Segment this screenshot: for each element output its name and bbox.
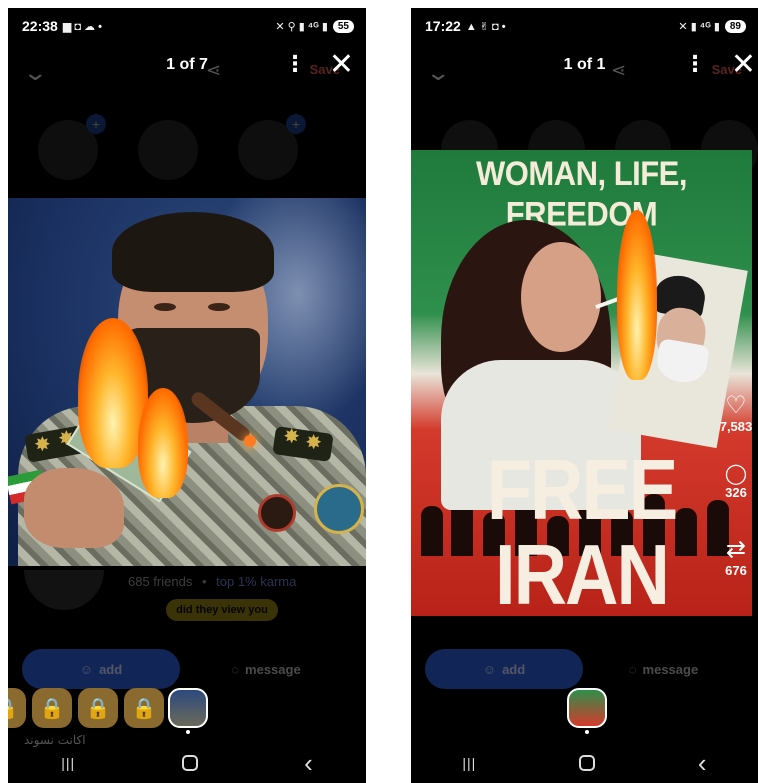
status-signal-icons: ✕ ▮ ⁴ᴳ ▮ (678, 20, 720, 33)
repost-icon: ⇄ (725, 536, 747, 563)
battery-icon: 89 (724, 19, 746, 33)
message-icon: ◌ (231, 661, 240, 677)
plus-icon: + (286, 114, 306, 134)
status-time: 22:38 (22, 18, 58, 34)
close-icon[interactable]: ✕ (731, 50, 756, 80)
system-nav-bar: ||| ‹ (411, 743, 758, 783)
rank-star-icon: ✸ (305, 432, 322, 454)
page-indicator-dot (585, 730, 589, 734)
thumbnail-strip (411, 688, 758, 734)
poster-slogan: FREE IRAN (486, 442, 678, 616)
battery-icon: 55 (332, 19, 354, 33)
message-button: ◌ message (628, 661, 699, 677)
thumbnail-locked[interactable]: 🔒 (124, 688, 164, 728)
person-plus-icon: ☺ (79, 661, 94, 677)
thumbnail-active[interactable] (567, 688, 607, 728)
person-plus-icon: ☺ (482, 661, 497, 677)
add-button: ☺ add (425, 649, 583, 689)
rank-star-icon: ✸ (34, 434, 51, 456)
like-count: 7,583 (719, 419, 753, 434)
image-counter: 1 of 7 (166, 56, 208, 73)
hair (112, 212, 274, 292)
repost-count: 676 (725, 563, 747, 578)
eye (208, 303, 230, 311)
comment-count: 326 (725, 485, 747, 500)
lock-icon: 🔒 (85, 697, 111, 720)
thumbnail-locked[interactable]: 🔒 (78, 688, 118, 728)
status-bar: 17:22 ▲ ✌ ◘ • ✕ ▮ ⁴ᴳ ▮ 89 (411, 8, 758, 44)
view-pill: did they view you (166, 599, 278, 621)
lock-icon: 🔒 (8, 696, 18, 721)
home-icon[interactable] (181, 755, 198, 771)
heart-icon: ♡ (725, 392, 747, 419)
thumbnail-active[interactable] (168, 688, 208, 728)
viewer-image[interactable]: WOMAN, LIFE, FREEDOM FREE IRAN (411, 150, 752, 616)
more-options-icon[interactable]: ⋮ (284, 53, 306, 75)
back-icon[interactable]: ‹ (304, 748, 313, 779)
recents-icon[interactable]: ||| (462, 755, 476, 771)
thumbnail-locked[interactable]: 🔒 (8, 688, 26, 728)
more-options-icon[interactable]: ⋮ (684, 53, 706, 75)
plus-icon: + (86, 114, 106, 134)
viewer-header: ⌄ ⋖ Save 1 of 1 ⋮ ✕ (411, 50, 758, 86)
cigar-ember (244, 435, 256, 447)
like-action[interactable]: ♡ 7,583 (716, 392, 756, 435)
add-button: ☺ add (22, 649, 180, 689)
phone-screen-right: 17:22 ▲ ✌ ◘ • ✕ ▮ ⁴ᴳ ▮ 89 ⌄ ⋖ Save 1 of … (411, 8, 758, 783)
badge-patch (314, 484, 364, 534)
home-icon[interactable] (579, 755, 596, 771)
poster-title: WOMAN, LIFE, FREEDOM (476, 153, 687, 234)
badge-patch (258, 494, 296, 532)
viewer-header: ⌄ ⋖ Save 1 of 7 ⋮ ✕ (8, 50, 366, 86)
background-avatars: + + (38, 114, 336, 200)
recents-icon[interactable]: ||| (61, 755, 75, 771)
status-time: 17:22 (425, 18, 461, 34)
close-icon[interactable]: ✕ (329, 50, 354, 80)
avatar (138, 120, 198, 180)
message-icon: ◌ (628, 661, 637, 677)
avatar: + (238, 114, 306, 180)
message-button: ◌ message (231, 661, 301, 677)
thumbnail-locked[interactable]: 🔒 (32, 688, 72, 728)
rank-star-icon: ✸ (283, 426, 300, 448)
status-bar: 22:38 ▆ ◘ ☁ • ✕ ⚲ ▮ ⁴ᴳ ▮ 55 (8, 8, 366, 44)
system-nav-bar: ||| ‹ (8, 743, 366, 783)
status-notification-icons: ▲ ✌ ◘ • (465, 20, 506, 33)
flame (617, 210, 657, 380)
phone-screen-left: 22:38 ▆ ◘ ☁ • ✕ ⚲ ▮ ⁴ᴳ ▮ 55 ⌄ ⋖ Save 1 o… (8, 8, 366, 783)
status-signal-icons: ✕ ⚲ ▮ ⁴ᴳ ▮ (275, 20, 328, 33)
profile-actions: ☺ add ◌ message (22, 649, 352, 689)
thumbnail-strip: 🔒 🔒 🔒 🔒 (8, 688, 366, 734)
comment-icon: ◯ (724, 463, 748, 485)
friends-count: 685 friends • top 1% karma (128, 574, 297, 589)
eye (154, 303, 176, 311)
status-notification-icons: ▆ ◘ ☁ • (62, 20, 102, 33)
hand (24, 468, 124, 548)
flame (138, 388, 188, 498)
avatar (24, 570, 104, 610)
page-indicator-dot (186, 730, 190, 734)
repost-action[interactable]: ⇄ 676 (716, 536, 756, 579)
lock-icon: 🔒 (131, 697, 157, 720)
woman-face (521, 242, 601, 352)
back-icon[interactable]: ‹ (698, 748, 707, 779)
comment-action[interactable]: ◯ 326 (716, 464, 756, 500)
lock-icon: 🔒 (39, 697, 65, 720)
viewer-image[interactable]: ✸ ✸ ✸ ✸ (8, 198, 366, 566)
avatar: + (38, 114, 106, 180)
profile-actions: ☺ add ◌ message (425, 649, 744, 689)
